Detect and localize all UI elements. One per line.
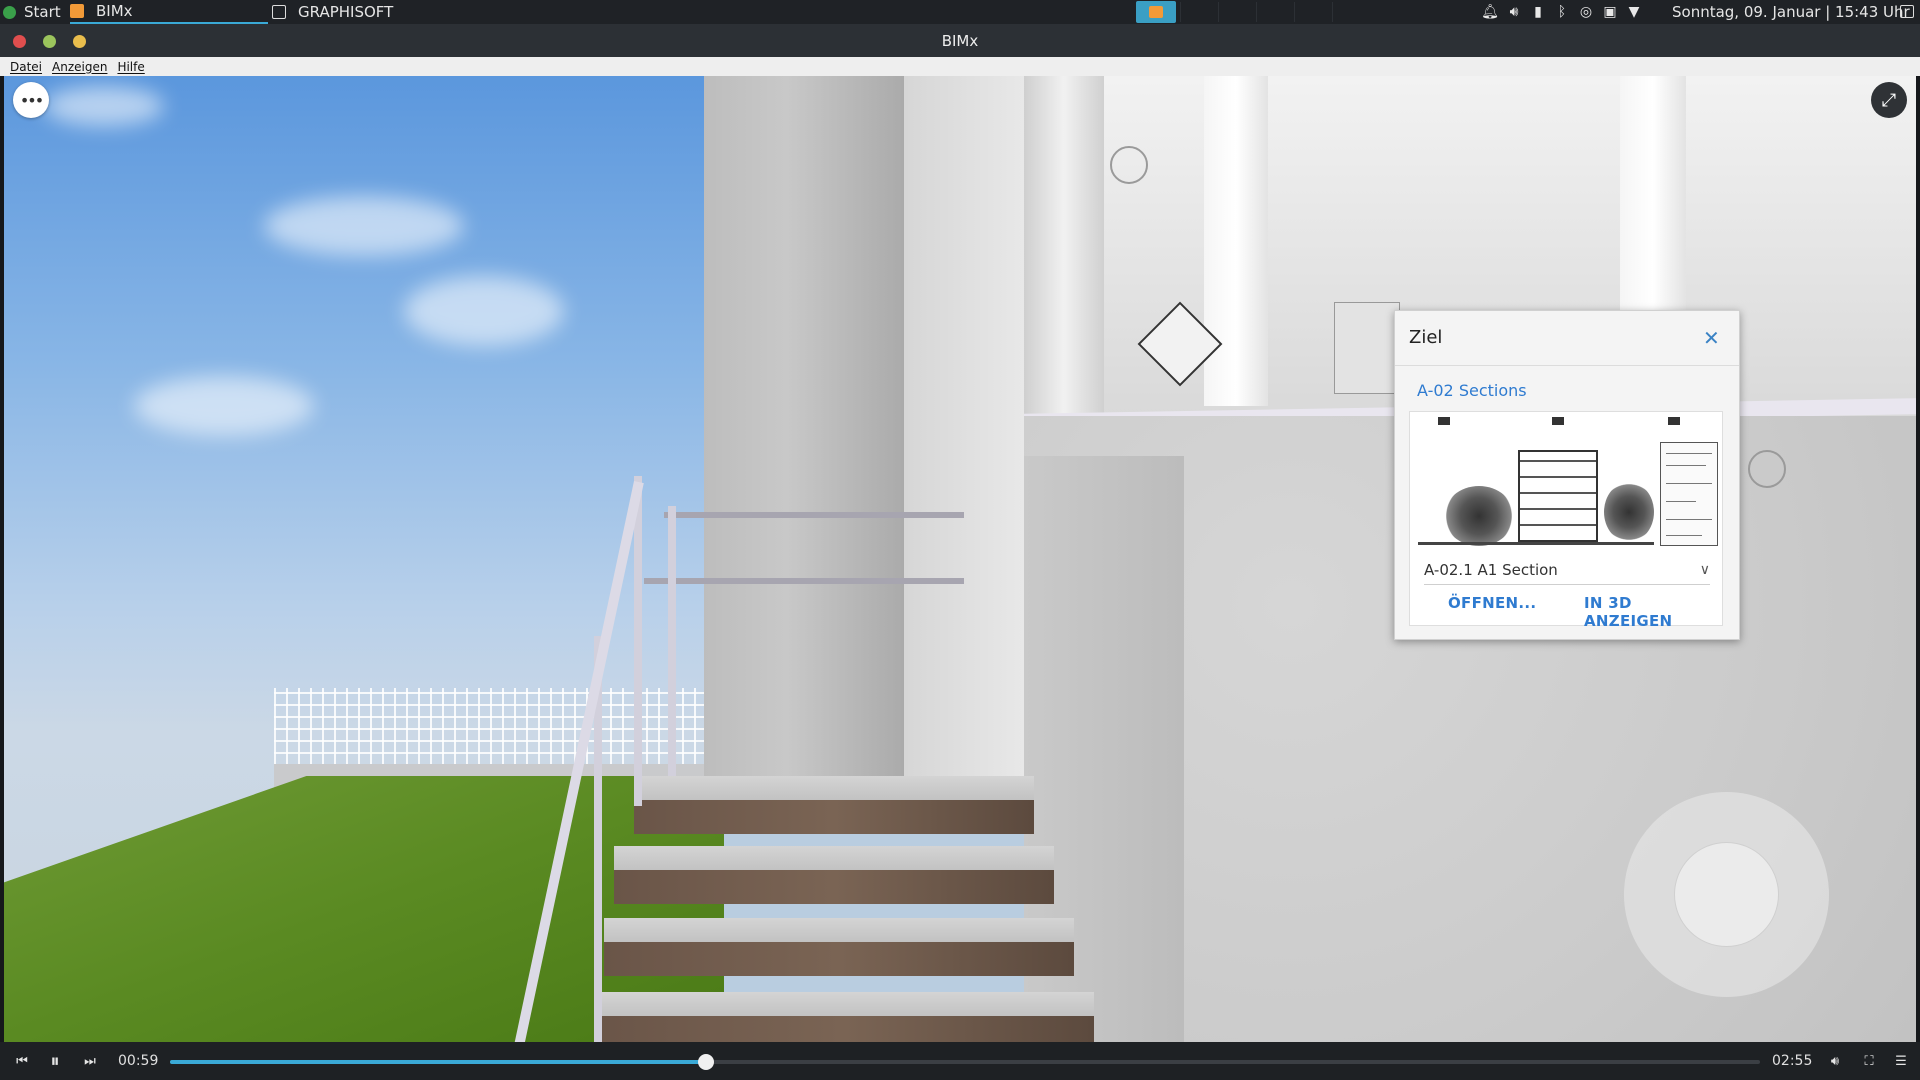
start-logo-icon bbox=[3, 5, 16, 19]
wall-picture bbox=[1334, 302, 1400, 394]
window-maximize-button[interactable] bbox=[73, 35, 86, 48]
section-thumbnail[interactable] bbox=[1414, 416, 1720, 548]
sheet-marker bbox=[1552, 417, 1564, 425]
current-time: 00:59 bbox=[118, 1053, 159, 1069]
tree-drawing bbox=[1604, 482, 1654, 542]
fullscreen-button[interactable]: ⤢ bbox=[1871, 82, 1907, 118]
workspace-pager-1[interactable] bbox=[1136, 1, 1176, 23]
fullscreen-toggle-icon[interactable]: ⛶ bbox=[1858, 1051, 1880, 1071]
menu-anzeigen[interactable]: Anzeigen bbox=[52, 60, 107, 74]
menu-hilfe[interactable]: Hilfe bbox=[117, 60, 144, 74]
view-select[interactable]: A-02.1 A1 Section ∨ bbox=[1424, 558, 1710, 585]
chevron-down-icon: ∨ bbox=[1699, 562, 1710, 578]
volume-icon[interactable]: 🔊︎ bbox=[1502, 0, 1526, 24]
bell-icon[interactable]: 🔔︎ bbox=[1478, 0, 1502, 24]
railing-post bbox=[668, 506, 676, 776]
view-card: A-02.1 A1 Section ∨ ÖFFNEN... IN 3D ANZE… bbox=[1409, 411, 1723, 630]
window-close-button[interactable] bbox=[13, 35, 26, 48]
expand-icon: ⤢ bbox=[1881, 89, 1897, 111]
open-button[interactable]: ÖFFNEN... bbox=[1448, 594, 1536, 612]
cloud bbox=[44, 86, 164, 126]
task-label: BIMx bbox=[96, 2, 133, 20]
railing-post bbox=[634, 476, 642, 806]
stair-riser bbox=[604, 942, 1074, 976]
ground-line bbox=[1418, 542, 1654, 545]
building-section-drawing bbox=[1518, 450, 1598, 542]
task-label: GRAPHISOFT bbox=[298, 3, 394, 21]
sheet-marker bbox=[1438, 417, 1450, 425]
hotspot-marker[interactable] bbox=[1110, 146, 1148, 184]
skip-back-icon[interactable]: ⏮︎ bbox=[12, 1051, 32, 1071]
stair-riser bbox=[594, 1016, 1094, 1042]
divider bbox=[1395, 365, 1739, 366]
bluetooth-icon[interactable]: ᛒ bbox=[1550, 0, 1574, 24]
title-block bbox=[1660, 442, 1718, 546]
cloud bbox=[264, 196, 464, 256]
more-horizontal-icon: ••• bbox=[19, 90, 44, 110]
total-time: 02:55 bbox=[1772, 1053, 1813, 1069]
workspace-pager-4[interactable] bbox=[1256, 2, 1293, 22]
handrail bbox=[664, 512, 964, 518]
progress-fill bbox=[170, 1060, 706, 1064]
navigation-joystick-knob[interactable] bbox=[1674, 842, 1779, 947]
tree-drawing bbox=[1444, 486, 1514, 546]
menubar: Datei Anzeigen Hilfe bbox=[0, 57, 1920, 76]
cloud bbox=[134, 376, 314, 436]
window-frame bbox=[1024, 76, 1104, 456]
progress-handle[interactable] bbox=[697, 1054, 714, 1070]
building-column bbox=[704, 76, 910, 776]
workspace-pager-6[interactable] bbox=[1332, 2, 1369, 22]
workspace-pager-2[interactable] bbox=[1180, 2, 1217, 22]
playlist-icon[interactable]: ☰ bbox=[1890, 1051, 1912, 1071]
task-graphisoft[interactable]: GRAPHISOFT bbox=[272, 0, 572, 24]
volume-icon[interactable]: 🔊︎ bbox=[1824, 1051, 1846, 1071]
system-tray: 🔔︎ 🔊︎ ▮ ᛒ ◎ ▣ ▼ bbox=[1478, 0, 1646, 24]
progress-track[interactable] bbox=[170, 1054, 1760, 1070]
clock[interactable]: Sonntag, 09. Januar | 15:43 Uhr bbox=[1672, 0, 1910, 24]
more-options-button[interactable]: ••• bbox=[13, 82, 49, 118]
start-menu-button[interactable]: Start bbox=[0, 0, 61, 24]
show-desktop-icon[interactable] bbox=[1900, 5, 1914, 18]
workspace-pager-3[interactable] bbox=[1218, 2, 1255, 22]
taskbar: Start BIMx GRAPHISOFT 🔔︎ 🔊︎ ▮ ᛒ ◎ ▣ ▼ So… bbox=[0, 0, 1920, 24]
stair-tread bbox=[604, 918, 1074, 942]
window-minimize-button[interactable] bbox=[43, 35, 56, 48]
section-link[interactable]: A-02 Sections bbox=[1417, 381, 1527, 400]
skip-forward-icon[interactable]: ⏭︎ bbox=[80, 1051, 100, 1071]
bimx-app-icon bbox=[1149, 6, 1163, 18]
wifi-icon[interactable]: ▼ bbox=[1622, 0, 1646, 24]
stair-riser bbox=[614, 870, 1054, 904]
calendar-icon[interactable]: ▣ bbox=[1598, 0, 1622, 24]
popup-title: Ziel bbox=[1409, 327, 1443, 348]
pause-icon[interactable]: ⏸︎ bbox=[44, 1051, 66, 1072]
sheet-marker bbox=[1668, 417, 1680, 425]
handrail bbox=[644, 578, 964, 584]
pillar bbox=[1204, 76, 1268, 406]
player-bar: ⏮︎ ⏸︎ ⏭︎ 00:59 02:55 🔊︎ ⛶ ☰ bbox=[0, 1042, 1920, 1080]
hotspot-marker[interactable] bbox=[1748, 450, 1786, 488]
start-label: Start bbox=[24, 3, 61, 21]
staircase bbox=[574, 696, 1114, 1042]
target-popup: Ziel ✕ A-02 Sections A-02.1 A1 Section ∨… bbox=[1394, 310, 1740, 640]
window-title: BIMx bbox=[941, 32, 979, 50]
view-select-value: A-02.1 A1 Section bbox=[1424, 561, 1558, 579]
stair-riser bbox=[634, 800, 1034, 834]
window-titlebar[interactable]: BIMx bbox=[0, 24, 1920, 57]
stair-tread bbox=[634, 776, 1034, 800]
task-bimx[interactable]: BIMx bbox=[70, 0, 268, 24]
close-icon[interactable]: ✕ bbox=[1703, 326, 1720, 350]
cloud bbox=[404, 276, 564, 346]
workspace-pager-5[interactable] bbox=[1294, 2, 1331, 22]
battery-icon[interactable]: ▮ bbox=[1526, 0, 1550, 24]
bimx-app-icon bbox=[70, 4, 84, 18]
stair-tread bbox=[594, 992, 1094, 1016]
network-icon[interactable]: ◎ bbox=[1574, 0, 1598, 24]
menu-datei[interactable]: Datei bbox=[10, 60, 42, 74]
folder-icon bbox=[272, 5, 286, 19]
show-in-3d-button[interactable]: IN 3D ANZEIGEN bbox=[1584, 594, 1722, 630]
stair-tread bbox=[614, 846, 1054, 870]
